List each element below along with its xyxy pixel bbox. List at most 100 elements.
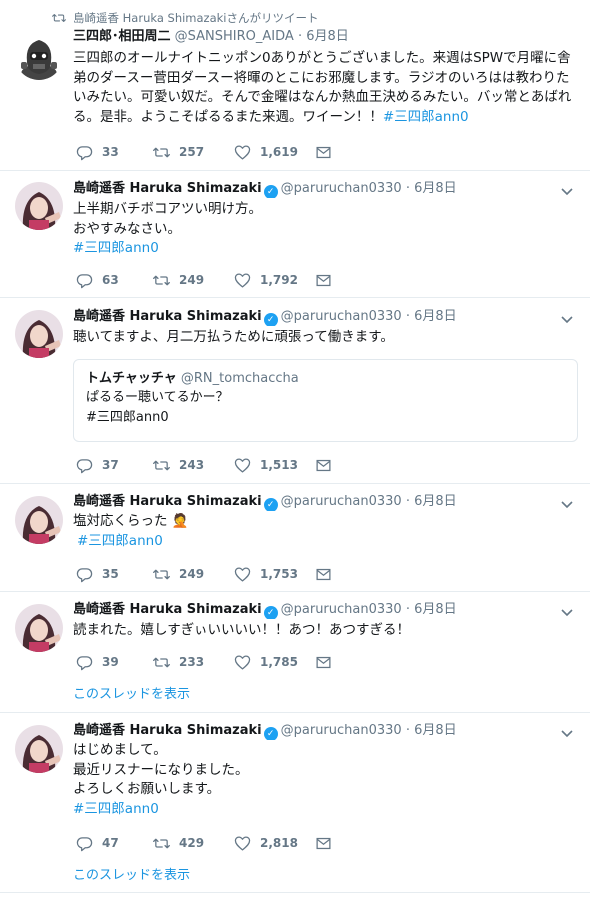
- reply-icon: [76, 145, 93, 160]
- chevron-down-icon[interactable]: [560, 497, 574, 511]
- tweet-header: 三四郎･相田周二 @SANSHIRO_AIDA · 6月8日: [73, 28, 560, 46]
- chevron-down-icon[interactable]: [560, 726, 574, 740]
- author-name[interactable]: 島崎遥香 Haruka Shimazaki: [73, 723, 262, 738]
- reply-icon: [76, 458, 93, 473]
- tweet-header: 島崎遥香 Haruka Shimazaki ✓ @paruruchan0330 · …: [73, 601, 560, 619]
- author-handle[interactable]: @SANSHIRO_AIDA: [175, 29, 294, 44]
- avatar[interactable]: [15, 182, 63, 230]
- tweet[interactable]: 島崎遥香 Haruka Shimazaki ✓ @paruruchan0330 · …: [0, 484, 590, 592]
- chevron-down-icon[interactable]: [560, 184, 574, 198]
- author-handle[interactable]: @paruruchan0330: [281, 181, 402, 196]
- retweet-count: 249: [179, 273, 205, 287]
- separator-dot: ·: [297, 29, 303, 44]
- message-icon: [316, 146, 331, 158]
- tweet-date[interactable]: 6月8日: [414, 602, 457, 617]
- like-button[interactable]: 1,753: [234, 564, 298, 584]
- chevron-down-icon[interactable]: [560, 312, 574, 326]
- avatar[interactable]: [15, 496, 63, 544]
- retweet-icon: [153, 569, 170, 579]
- author-name[interactable]: 島崎遥香 Haruka Shimazaki: [73, 494, 262, 509]
- direct-message-button[interactable]: [315, 564, 332, 584]
- retweet-button[interactable]: 243: [153, 455, 204, 475]
- avatar[interactable]: [15, 604, 63, 652]
- direct-message-button[interactable]: [315, 142, 332, 162]
- direct-message-button[interactable]: [315, 455, 332, 475]
- quoted-tweet-line: ぱるるー聴いてるかー？: [86, 390, 229, 405]
- reply-count: 39: [102, 655, 119, 669]
- retweet-button[interactable]: 249: [153, 270, 204, 290]
- direct-message-button[interactable]: [315, 652, 332, 672]
- author-name[interactable]: 島崎遥香 Haruka Shimazaki: [73, 181, 262, 196]
- tweet-retweet-aida[interactable]: 島崎遥香 Haruka Shimazakiさんがリツイート 三四郎･相田周二 @…: [0, 0, 590, 171]
- heart-icon: [234, 566, 251, 582]
- show-thread-link[interactable]: このスレッドを表示: [73, 864, 190, 883]
- verified-icon: ✓: [263, 727, 278, 740]
- quoted-tweet[interactable]: トムチャッチャ @RN_tomchaccha ぱるるー聴いてるかー？ #三四郎a…: [73, 359, 578, 442]
- heart-icon: [234, 144, 251, 160]
- author-name[interactable]: 三四郎･相田周二: [73, 29, 171, 44]
- reply-button[interactable]: 33: [76, 142, 119, 162]
- reply-button[interactable]: 35: [76, 564, 119, 584]
- avatar[interactable]: [15, 725, 63, 773]
- tweet-line: よろしくお願いします。: [73, 781, 221, 797]
- direct-message-button[interactable]: [315, 270, 332, 290]
- hashtag-link[interactable]: #三四郎ann0: [77, 532, 576, 552]
- author-handle[interactable]: @paruruchan0330: [281, 309, 402, 324]
- reply-count: 63: [102, 273, 119, 287]
- reply-button[interactable]: 39: [76, 652, 119, 672]
- quoted-author-name: トムチャッチャ: [86, 371, 177, 386]
- retweet-context: 島崎遥香 Haruka Shimazakiさんがリツイート: [52, 10, 319, 26]
- chevron-down-icon[interactable]: [560, 605, 574, 619]
- tweet-date[interactable]: 6月8日: [414, 723, 457, 738]
- author-handle[interactable]: @paruruchan0330: [281, 494, 402, 509]
- tweet[interactable]: 島崎遥香 Haruka Shimazaki ✓ @paruruchan0330 · …: [0, 171, 590, 298]
- author-name[interactable]: 島崎遥香 Haruka Shimazaki: [73, 602, 262, 617]
- tweet[interactable]: 島崎遥香 Haruka Shimazaki ✓ @paruruchan0330 · …: [0, 713, 590, 893]
- hashtag-link[interactable]: #三四郎ann0: [73, 800, 576, 820]
- avatar[interactable]: [15, 310, 63, 358]
- hashtag-link[interactable]: #三四郎ann0: [73, 239, 576, 259]
- like-count: 1,785: [260, 655, 298, 669]
- retweet-button[interactable]: 429: [153, 833, 204, 853]
- reply-icon: [76, 655, 93, 670]
- avatar[interactable]: [15, 32, 63, 80]
- separator-dot: ·: [405, 494, 410, 509]
- retweet-button[interactable]: 249: [153, 564, 204, 584]
- tweet-date[interactable]: 6月8日: [306, 29, 349, 44]
- retweet-icon: [153, 460, 170, 470]
- direct-message-button[interactable]: [315, 833, 332, 853]
- tweet-date[interactable]: 6月8日: [414, 309, 457, 324]
- show-thread-link[interactable]: このスレッドを表示: [73, 683, 190, 702]
- like-count: 2,818: [260, 836, 298, 850]
- author-handle[interactable]: @paruruchan0330: [281, 602, 402, 617]
- like-button[interactable]: 1,785: [234, 652, 298, 672]
- tweet-text: 読まれた。嬉しすぎぃいいいい！！あつ！あつすぎる！: [73, 621, 576, 641]
- verified-icon: ✓: [263, 185, 278, 198]
- retweet-icon: [52, 13, 66, 23]
- tweet-body: 読まれた。嬉しすぎぃいいいい！！あつ！あつすぎる！: [73, 622, 410, 638]
- tweet-date[interactable]: 6月8日: [414, 181, 457, 196]
- reply-button[interactable]: 47: [76, 833, 119, 853]
- tweet-date[interactable]: 6月8日: [414, 494, 457, 509]
- retweet-button[interactable]: 257: [153, 142, 204, 162]
- like-button[interactable]: 1,619: [234, 142, 298, 162]
- author-handle[interactable]: @paruruchan0330: [281, 723, 402, 738]
- tweet-header: 島崎遥香 Haruka Shimazaki ✓ @paruruchan0330 · …: [73, 180, 560, 198]
- message-icon: [316, 656, 331, 668]
- tweet[interactable]: 島崎遥香 Haruka Shimazaki ✓ @paruruchan0330 · …: [0, 592, 590, 713]
- reply-button[interactable]: 63: [76, 270, 119, 290]
- like-button[interactable]: 2,818: [234, 833, 298, 853]
- retweet-icon: [153, 838, 170, 848]
- tweet[interactable]: 島崎遥香 Haruka Shimazaki ✓ @paruruchan0330 · …: [0, 298, 590, 484]
- like-count: 1,792: [260, 273, 298, 287]
- tweet-text: 三四郎のオールナイトニッポン0ありがとうございました。来週はSPWで月曜に舎弟の…: [73, 49, 576, 127]
- tweet-header: 島崎遥香 Haruka Shimazaki ✓ @paruruchan0330 · …: [73, 722, 560, 740]
- like-button[interactable]: 1,792: [234, 270, 298, 290]
- retweet-button[interactable]: 233: [153, 652, 204, 672]
- like-button[interactable]: 1,513: [234, 455, 298, 475]
- hashtag-link[interactable]: #三四郎ann0: [383, 109, 469, 125]
- reply-icon: [76, 567, 93, 582]
- reply-button[interactable]: 37: [76, 455, 119, 475]
- author-name[interactable]: 島崎遥香 Haruka Shimazaki: [73, 309, 262, 324]
- retweet-count: 243: [179, 458, 205, 472]
